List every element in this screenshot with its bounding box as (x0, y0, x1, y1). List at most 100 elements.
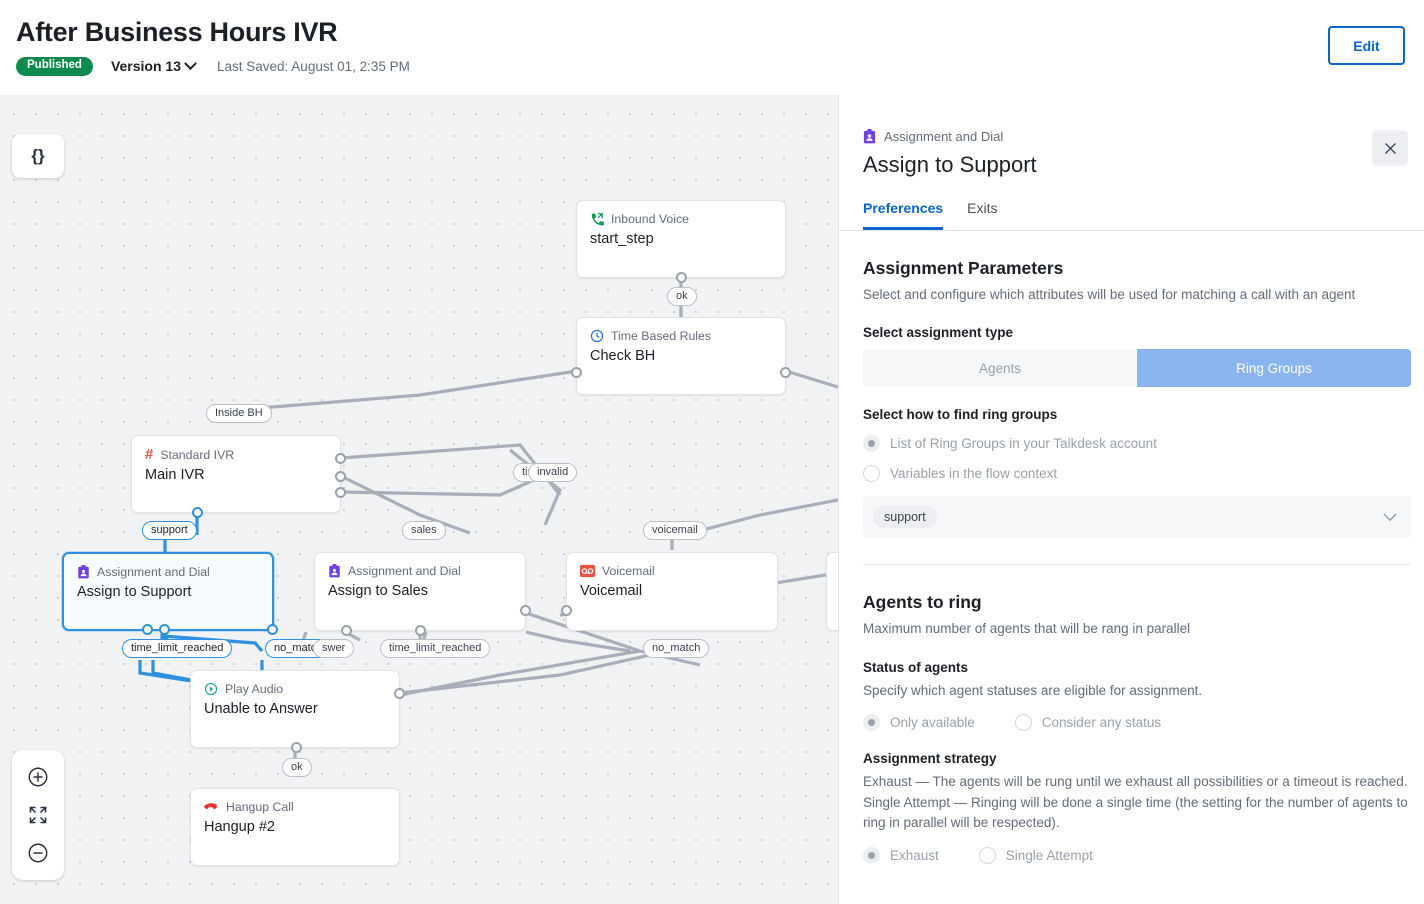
tab-preferences[interactable]: Preferences (863, 200, 944, 230)
node-title: Assign to Sales (328, 583, 428, 599)
node-type-label: Hangup Call (226, 800, 294, 814)
edit-button[interactable]: Edit (1328, 26, 1405, 65)
node-assign-to-support[interactable]: Assignment and Dial Assign to Support (62, 552, 278, 635)
page-header: After Business Hours IVR Published Versi… (0, 0, 1424, 95)
ring-group-select[interactable]: support (863, 496, 1411, 539)
edge-label-sales[interactable]: sales (402, 521, 446, 541)
radio-label: List of Ring Groups in your Talkdesk acc… (890, 436, 1157, 452)
node-port[interactable] (192, 507, 203, 518)
node-port[interactable] (394, 688, 405, 699)
edge-label-no-match-2[interactable]: no_match (643, 639, 710, 659)
node-port[interactable] (291, 742, 302, 753)
zoom-out-button[interactable] (23, 838, 53, 868)
panel-tabs: Preferences Exits (839, 178, 1424, 231)
node-port[interactable] (142, 624, 153, 635)
flow-canvas[interactable]: {} Inbound Voice start_step Time Based R… (0, 95, 838, 904)
edge-label-time-limit-reached-2[interactable]: time_limit_reached (380, 639, 491, 659)
assignment-type-segmented-control: Agents Ring Groups (863, 349, 1411, 388)
hangup-icon (204, 803, 217, 810)
node-port[interactable] (571, 367, 582, 378)
chevron-down-icon (1383, 513, 1397, 521)
node-type-row: Time Based Rules (577, 318, 785, 343)
edge-label-ok[interactable]: ok (667, 287, 697, 307)
node-type-label: Assignment and Dial (348, 564, 461, 578)
node-port[interactable] (267, 624, 278, 635)
page-title: After Business Hours IVR (16, 17, 338, 47)
node-port[interactable] (561, 605, 572, 616)
node-type-label: Play Audio (225, 682, 284, 696)
tab-exits[interactable]: Exits (967, 200, 997, 230)
segment-ring-groups[interactable]: Ring Groups (1137, 349, 1411, 388)
edge-label-voicemail[interactable]: voicemail (643, 521, 707, 541)
panel-kicker: Assignment and Dial (839, 95, 1424, 144)
radio-indicator (863, 714, 880, 732)
node-type-label: Time Based Rules (611, 329, 712, 343)
node-assign-to-sales[interactable]: Assignment and Dial Assign to Sales (314, 552, 531, 636)
radio-only-available[interactable]: Only available (863, 714, 975, 732)
version-label: Version 13 (110, 58, 181, 75)
fit-to-screen-button[interactable] (23, 800, 53, 830)
node-port[interactable] (341, 625, 352, 636)
zoom-controls[interactable] (12, 750, 64, 880)
node-port[interactable] (415, 625, 426, 636)
assignment-badge-icon (78, 565, 89, 579)
header-meta: Published Version 13 Last Saved: August … (16, 57, 410, 76)
inbound-call-icon (591, 213, 604, 226)
node-port[interactable] (780, 367, 791, 378)
radio-indicator (863, 846, 880, 864)
node-check-bh[interactable]: Time Based Rules Check BH (571, 317, 791, 395)
radio-label: Only available (890, 715, 975, 731)
node-port[interactable] (335, 487, 346, 498)
edge-label-invalid[interactable]: invalid (528, 463, 578, 483)
node-port[interactable] (335, 471, 346, 482)
close-panel-button[interactable] (1372, 130, 1408, 166)
node-type-row (827, 553, 838, 578)
node-port[interactable] (335, 453, 346, 464)
node-port[interactable] (159, 624, 170, 635)
node-port[interactable] (520, 605, 531, 616)
edge-label-support[interactable]: support (142, 521, 197, 541)
radio-label: Exhaust (890, 847, 939, 863)
panel-body: Assignment Parameters Select and configu… (839, 258, 1424, 864)
node-type-label: Voicemail (602, 564, 655, 578)
panel-title: Assign to Support (863, 152, 1037, 177)
node-type-row: Voicemail (567, 553, 777, 578)
radio-exhaust[interactable]: Exhaust (863, 846, 939, 864)
radio-indicator (863, 465, 880, 483)
json-variables-button[interactable]: {} (12, 134, 64, 178)
hash-icon: # (145, 446, 154, 463)
node-start-step[interactable]: Inbound Voice start_step (576, 200, 786, 283)
radio-single-attempt[interactable]: Single Attempt (978, 846, 1093, 864)
node-type-label: Inbound Voice (611, 212, 689, 226)
assignment-strategy-desc-1: Exhaust — The agents will be rung until … (863, 774, 1408, 790)
node-hangup-2[interactable]: Hangup Call Hangup #2 (190, 788, 400, 866)
zoom-in-button[interactable] (23, 762, 53, 792)
node-offscreen-assignment[interactable] (826, 552, 838, 631)
node-port[interactable] (676, 272, 687, 283)
zoom-in-icon (28, 767, 48, 787)
radio-variables-in-flow-context[interactable]: Variables in the flow context (863, 465, 1411, 483)
edge-label-inside-bh[interactable]: Inside BH (206, 404, 272, 424)
edge-label-time-limit-reached[interactable]: time_limit_reached (122, 639, 233, 659)
node-main-ivr[interactable]: # Standard IVR Main IVR (131, 435, 346, 518)
radio-consider-any-status[interactable]: Consider any status (1014, 714, 1161, 732)
radio-list-of-ring-groups[interactable]: List of Ring Groups in your Talkdesk acc… (863, 435, 1411, 453)
clock-icon (590, 329, 604, 343)
strategy-radio-group: Exhaust Single Attempt (863, 846, 1411, 864)
edge-label-no-answer[interactable]: swer (313, 639, 355, 659)
edge-label-ok-2[interactable]: ok (282, 758, 312, 778)
chevron-down-icon (184, 57, 197, 70)
status-radio-group: Only available Consider any status (863, 714, 1411, 732)
panel-kicker-label: Assignment and Dial (884, 129, 1004, 144)
voicemail-icon (580, 564, 595, 578)
node-title: Check BH (590, 348, 656, 364)
node-title: Main IVR (145, 467, 205, 483)
segment-agents[interactable]: Agents (863, 349, 1137, 388)
node-unable-to-answer[interactable]: Play Audio Unable to Answer (190, 670, 405, 753)
fit-screen-icon (29, 806, 47, 824)
version-dropdown[interactable]: Version 13 (110, 57, 197, 75)
assignment-parameters-heading: Assignment Parameters (863, 258, 1064, 278)
ring-group-chip: support (873, 506, 937, 529)
radio-label: Single Attempt (1005, 847, 1093, 863)
node-voicemail[interactable]: Voicemail Voicemail (561, 552, 778, 631)
